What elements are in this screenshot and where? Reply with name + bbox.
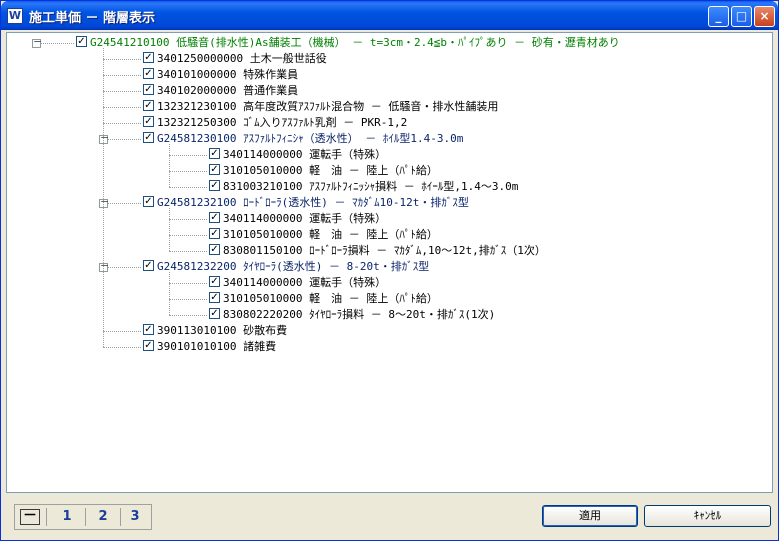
cancel-button[interactable]: ｷｬﾝｾﾙ [644,505,771,527]
hierarchy-tree-view[interactable]: － ✓ G24541210100 低騒音(排水性)As舗装工（機械） － t=3cm… [6,32,773,493]
tree-item-node[interactable]: ✓ 831003210100 ｱｽﾌｧﾙﾄﾌｨﾆｯｼｬ損料 － ﾎｲｰﾙ型,1.4… [7,180,767,194]
tree-connector [108,139,141,140]
item-checkbox[interactable]: ✓ [143,260,154,271]
tree-connector [108,267,141,268]
main-window: W 施工単価 － 階層表示 _ □ × － ✓ G24541210100 低騒音(排… [0,0,779,541]
tree-item-node[interactable]: ✓ 310105010000 軽 油 － 陸上（ﾊﾟﾄ給） [7,292,767,306]
footer-bar: － 1 2 3 適用 ｷｬﾝｾﾙ [6,496,773,536]
item-label: 310105010000 軽 油 － 陸上（ﾊﾟﾄ給） [223,228,438,241]
item-checkbox[interactable]: ✓ [143,84,154,95]
level-1-button[interactable]: 1 [53,508,81,526]
tree-item-node[interactable]: ✓ 310105010000 軽 油 － 陸上（ﾊﾟﾄ給） [7,228,767,242]
item-checkbox[interactable]: ✓ [209,292,220,303]
item-checkbox[interactable]: ✓ [143,340,154,351]
tree-connector [41,43,74,44]
item-label: 390101010100 諸雑費 [157,340,277,353]
tree-connector [103,48,104,347]
item-checkbox[interactable]: ✓ [209,308,220,319]
window-body: － ✓ G24541210100 低騒音(排水性)As舗装工（機械） － t=3cm… [4,30,775,539]
tree-connector [169,171,207,172]
tree-connector [103,107,141,108]
item-checkbox[interactable]: ✓ [209,212,220,223]
item-label: 340101000000 特殊作業員 [157,68,299,81]
item-label: 830802220200 ﾀｲﾔﾛｰﾗ損料 － 8～20t・排ｶﾞｽ(1次) [223,308,496,321]
tree-item-node[interactable]: ✓ 310105010000 軽 油 － 陸上（ﾊﾟﾄ給） [7,164,767,178]
tree-connector [169,315,207,316]
item-label: 340114000000 運転手（特殊） [223,148,387,161]
item-checkbox[interactable]: ✓ [143,116,154,127]
item-checkbox[interactable]: ✓ [143,52,154,63]
tree-connector [169,299,207,300]
tree-connector [103,91,141,92]
tree-root-node[interactable]: － ✓ G24541210100 低騒音(排水性)As舗装工（機械） － t=3cm… [7,36,767,50]
item-checkbox[interactable]: ✓ [209,276,220,287]
item-label: 830801150100 ﾛｰﾄﾞﾛｰﾗ損料 － ﾏｶﾀﾞﾑ,10～12t,排ｶ… [223,244,546,257]
item-label: G24581230100 ｱｽﾌｧﾙﾄﾌｨﾆｼｬ（透水性） － ﾎｲﾙ型1.4-… [157,132,464,145]
tree-connector [169,251,207,252]
tree-connector [169,144,170,187]
item-label: 310105010000 軽 油 － 陸上（ﾊﾟﾄ給） [223,292,438,305]
item-checkbox[interactable]: ✓ [209,180,220,191]
item-checkbox[interactable]: ✓ [209,228,220,239]
level-3-button[interactable]: 3 [121,508,149,526]
window-title: 施工単価 － 階層表示 [29,11,156,26]
tree-connector [103,347,141,348]
item-checkbox[interactable]: ✓ [209,148,220,159]
apply-button[interactable]: 適用 [542,505,638,527]
tree-connector [103,331,141,332]
tree-item-node[interactable]: ✓ 340114000000 運転手（特殊） [7,276,767,290]
title-bar[interactable]: W 施工単価 － 階層表示 _ □ × [1,1,778,30]
item-checkbox[interactable]: ✓ [143,68,154,79]
item-checkbox[interactable]: ✓ [143,324,154,335]
tree-connector [103,75,141,76]
tree-connector [169,187,207,188]
minimize-button[interactable]: _ [708,6,729,27]
close-button[interactable]: × [754,6,775,27]
app-icon: W [7,8,23,24]
tree-item-node[interactable]: ✓ 340114000000 運転手（特殊） [7,148,767,162]
collapse-toggle-icon[interactable]: － [32,39,42,48]
tree-connector [108,203,141,204]
tree-item-node[interactable]: ✓ 830802220200 ﾀｲﾔﾛｰﾗ損料 － 8～20t・排ｶﾞｽ(1次) [7,308,767,322]
item-label: 340114000000 運転手（特殊） [223,276,387,289]
item-label: 340102000000 普通作業員 [157,84,299,97]
level-2-button[interactable]: 2 [89,508,117,526]
item-checkbox[interactable]: ✓ [143,196,154,207]
item-label: G24581232200 ﾀｲﾔﾛｰﾗ(透水性) － 8-20t・排ｶﾞｽ型 [157,260,430,273]
tree-item-node[interactable]: ✓ 340114000000 運転手（特殊） [7,212,767,226]
maximize-button[interactable]: □ [731,6,752,27]
item-checkbox[interactable]: ✓ [143,100,154,111]
item-label: 132321250300 ｺﾞﾑ入りｱｽﾌｧﾙﾄ乳剤 － PKR-1,2 [157,116,408,129]
item-checkbox[interactable]: ✓ [76,36,87,47]
tree-connector [169,208,170,251]
tree-connector [169,219,207,220]
toolbar-separator [85,508,86,526]
tree-connector [169,283,207,284]
tree-connector [169,155,207,156]
tree-connector [169,235,207,236]
item-label: G24541210100 低騒音(排水性)As舗装工（機械） － t=3cm・2… [90,36,620,49]
tree-connector [103,123,141,124]
level-toolbar: － 1 2 3 [14,504,152,530]
item-checkbox[interactable]: ✓ [209,244,220,255]
item-label: 132321230100 高年度改質ｱｽﾌｧﾙﾄ混合物 － 低騒音・排水性舗装用 [157,100,499,113]
item-label: 3401250000000 土木一般世話役 [157,52,327,65]
tree-connector [103,59,141,60]
tree-connector [169,272,170,315]
collapse-all-button[interactable]: － [20,509,40,525]
item-label: 390113010100 砂散布費 [157,324,288,337]
item-checkbox[interactable]: ✓ [143,132,154,143]
item-label: G24581232100 ﾛｰﾄﾞﾛｰﾗ(透水性) － ﾏｶﾀﾞﾑ10-12t・… [157,196,469,209]
item-label: 310105010000 軽 油 － 陸上（ﾊﾟﾄ給） [223,164,438,177]
item-label: 831003210100 ｱｽﾌｧﾙﾄﾌｨﾆｯｼｬ損料 － ﾎｲｰﾙ型,1.4～… [223,180,519,193]
toolbar-separator [46,508,47,526]
tree-item-node[interactable]: ✓ 830801150100 ﾛｰﾄﾞﾛｰﾗ損料 － ﾏｶﾀﾞﾑ,10～12t,排… [7,244,767,258]
item-checkbox[interactable]: ✓ [209,164,220,175]
item-label: 340114000000 運転手（特殊） [223,212,387,225]
